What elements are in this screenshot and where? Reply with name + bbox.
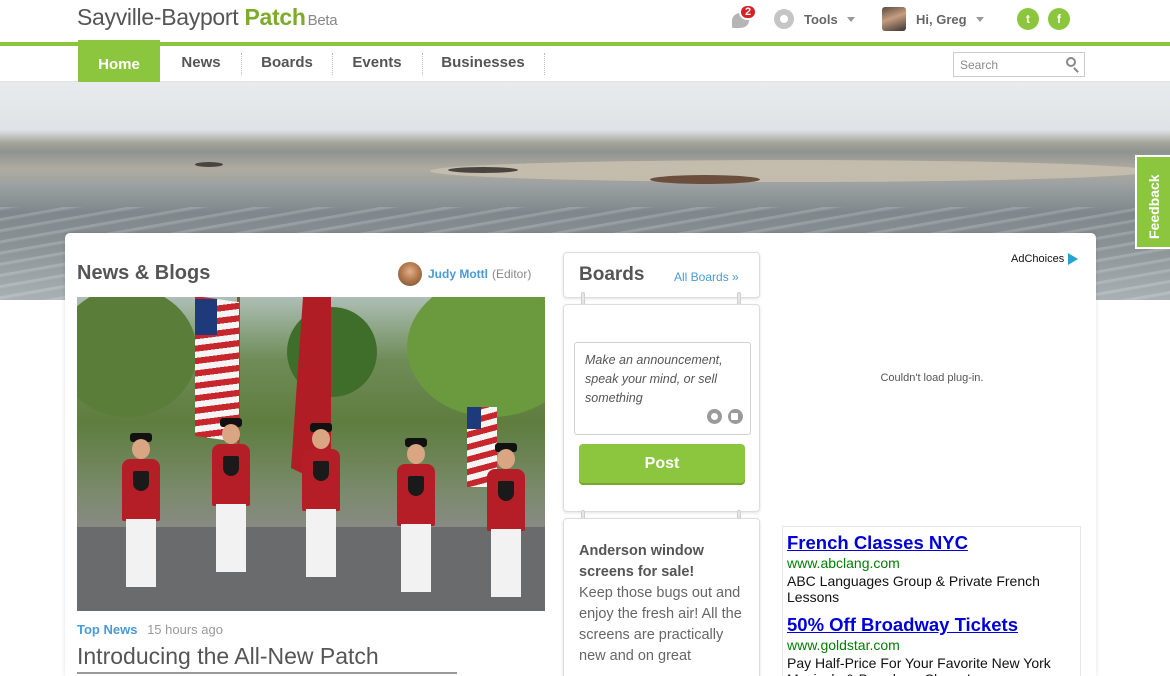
photo-us-flag-canton [195, 299, 217, 335]
editor-role: (Editor) [492, 267, 532, 281]
article-category-link[interactable]: Top News [77, 622, 137, 637]
adchoices-link[interactable]: AdChoices [1011, 252, 1079, 266]
camera-icon[interactable] [707, 409, 722, 424]
announcement-placeholder: Make an announcement, speak your mind, o… [585, 353, 723, 405]
editor-name-link[interactable]: Judy Mottl [428, 267, 488, 281]
adchoices-label: AdChoices [1011, 253, 1065, 265]
gear-icon [774, 9, 794, 29]
user-menu[interactable]: Hi, Greg [882, 7, 984, 31]
nav-news-tab[interactable]: News [165, 46, 237, 82]
search-input[interactable] [953, 52, 1085, 77]
ad-url[interactable]: www.goldstar.com [787, 637, 900, 653]
tools-menu[interactable]: Tools [774, 8, 855, 30]
photo-us-flag-canton [467, 407, 481, 429]
photo-tree [407, 297, 545, 417]
adchoices-icon [1068, 253, 1079, 265]
nav-divider [422, 53, 423, 75]
announcement-body: Keep those bugs out and enjoy the fresh … [579, 585, 742, 664]
all-boards-link[interactable]: All Boards » [674, 270, 739, 284]
boards-heading: Boards [579, 264, 645, 285]
hero-rock [195, 162, 223, 167]
chevron-down-icon [846, 16, 855, 22]
ad-title-link[interactable]: French Classes NYC [787, 532, 968, 554]
ad-url[interactable]: www.abclang.com [787, 555, 900, 571]
plugin-error-message: Couldn't load plug-in. [880, 372, 984, 384]
news-photo[interactable] [77, 297, 545, 611]
feedback-tab[interactable]: Feedback [1135, 155, 1170, 249]
top-bar: Sayville-Bayport Patch Beta 2 Tools Hi, G… [0, 0, 1170, 42]
nav-divider [241, 53, 242, 75]
post-button[interactable]: Post [579, 444, 745, 483]
nav-divider [544, 53, 545, 75]
photo-tree [77, 297, 197, 417]
facebook-icon[interactable]: f [1048, 8, 1070, 30]
site-name[interactable]: Sayville-Bayport [77, 4, 239, 30]
ad-description: Pay Half-Price For Your Favorite New Yor… [787, 655, 1051, 676]
editor-avatar[interactable] [398, 262, 422, 286]
article-headline[interactable]: Introducing the All-New Patch [77, 643, 379, 670]
notification-count-badge: 2 [739, 4, 757, 20]
site-title[interactable]: Sayville-Bayport Patch Beta [77, 4, 338, 31]
magnifier-icon[interactable] [1066, 57, 1076, 67]
video-icon[interactable] [728, 409, 743, 424]
nav-divider [332, 53, 333, 75]
editor-credit: Judy Mottl (Editor) [398, 262, 531, 286]
article-timestamp: 15 hours ago [147, 622, 223, 637]
article-meta: Top News 15 hours ago [77, 622, 223, 637]
article-summary-cutoff [77, 672, 545, 676]
hero-rock [448, 167, 518, 173]
announcement-title[interactable]: Anderson window screens for sale! [579, 541, 749, 583]
ad-title-link[interactable]: 50% Off Broadway Tickets [787, 614, 1018, 636]
nav-events-tab[interactable]: Events [338, 46, 416, 82]
nav-boards-tab[interactable]: Boards [247, 46, 327, 82]
feedback-label: Feedback [1146, 174, 1162, 239]
patch-brand[interactable]: Patch [244, 4, 305, 30]
ad-description: ABC Languages Group & Private French Les… [787, 573, 1040, 605]
nav-businesses-tab[interactable]: Businesses [427, 46, 539, 82]
user-avatar [882, 7, 906, 31]
notifications-button[interactable]: 2 [731, 4, 757, 30]
tools-label: Tools [804, 11, 838, 27]
hero-sandbar [430, 160, 1150, 182]
news-heading: News & Blogs [77, 262, 211, 284]
chevron-down-icon [975, 16, 984, 22]
user-greeting: Hi, Greg [916, 11, 967, 27]
beta-label: Beta [307, 12, 338, 29]
hero-driftwood [650, 175, 760, 184]
twitter-icon[interactable]: t [1017, 8, 1039, 30]
main-nav: Home News Boards Events Businesses [0, 40, 1170, 89]
